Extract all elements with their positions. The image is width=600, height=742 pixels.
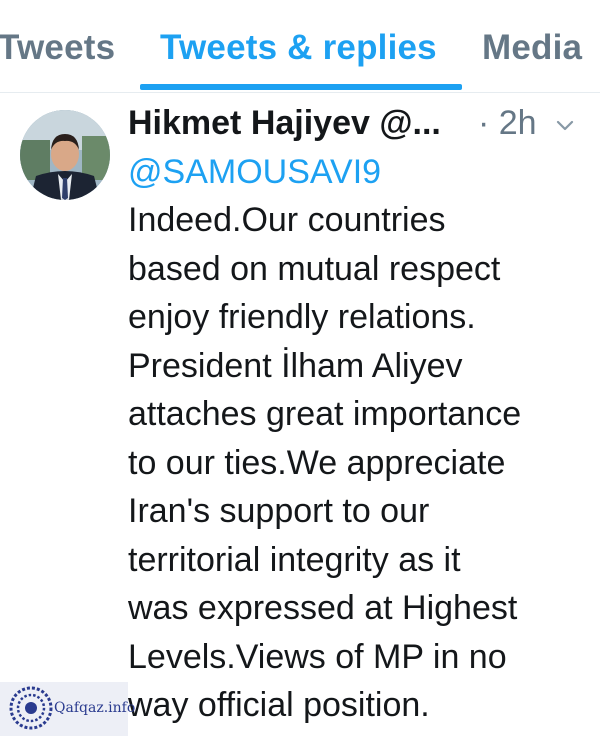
tweet-text-line: President İlham Aliyev xyxy=(128,346,463,385)
tweet-text-line: way official position. xyxy=(128,686,430,724)
tweet-text-line: was expressed at Highest xyxy=(128,589,518,627)
profile-tabs: Tweets Tweets & replies Media xyxy=(0,0,600,93)
tweet-text-line: territorial integrity as it xyxy=(128,540,461,579)
author-name[interactable]: Hikmet Hajiyev xyxy=(128,104,370,142)
tweet-text-line: attaches great importance xyxy=(128,395,522,433)
watermark: Qafqaz.info xyxy=(0,682,135,736)
active-tab-indicator xyxy=(140,84,462,90)
tweet-text-line: Iran's support to our xyxy=(128,492,430,530)
reply-mention-link[interactable]: @SAMOUSAVI9 xyxy=(128,153,381,192)
tweet-text-line: based on mutual respect xyxy=(128,249,501,288)
tweet-text-line: Indeed.Our countries xyxy=(128,201,446,239)
tab-media[interactable]: Media xyxy=(482,28,582,68)
tab-tweets[interactable]: Tweets xyxy=(0,28,115,68)
tweet-text-line: Levels.Views of MP in no xyxy=(128,637,507,676)
page: Tweets Tweets & replies Media Hikmet Haj… xyxy=(0,0,600,742)
tweet-text-line: to our ties.We appreciate xyxy=(128,443,506,482)
watermark-seal-icon xyxy=(9,686,53,730)
tab-tweets-and-replies[interactable]: Tweets & replies xyxy=(160,28,437,68)
avatar-photo xyxy=(20,110,110,200)
tweet-text-line: enjoy friendly relations. xyxy=(128,298,476,336)
watermark-text: Qafqaz.info xyxy=(54,700,136,716)
author-handle[interactable]: @... xyxy=(379,104,441,142)
tweet-text: Indeed.Our countries based on mutual res… xyxy=(128,196,588,730)
tweet-header: Hikmet Hajiyev @... · 2h xyxy=(128,104,588,150)
avatar[interactable] xyxy=(20,110,110,200)
chevron-down-icon[interactable] xyxy=(554,114,576,136)
tweet-time[interactable]: · 2h xyxy=(478,104,537,143)
